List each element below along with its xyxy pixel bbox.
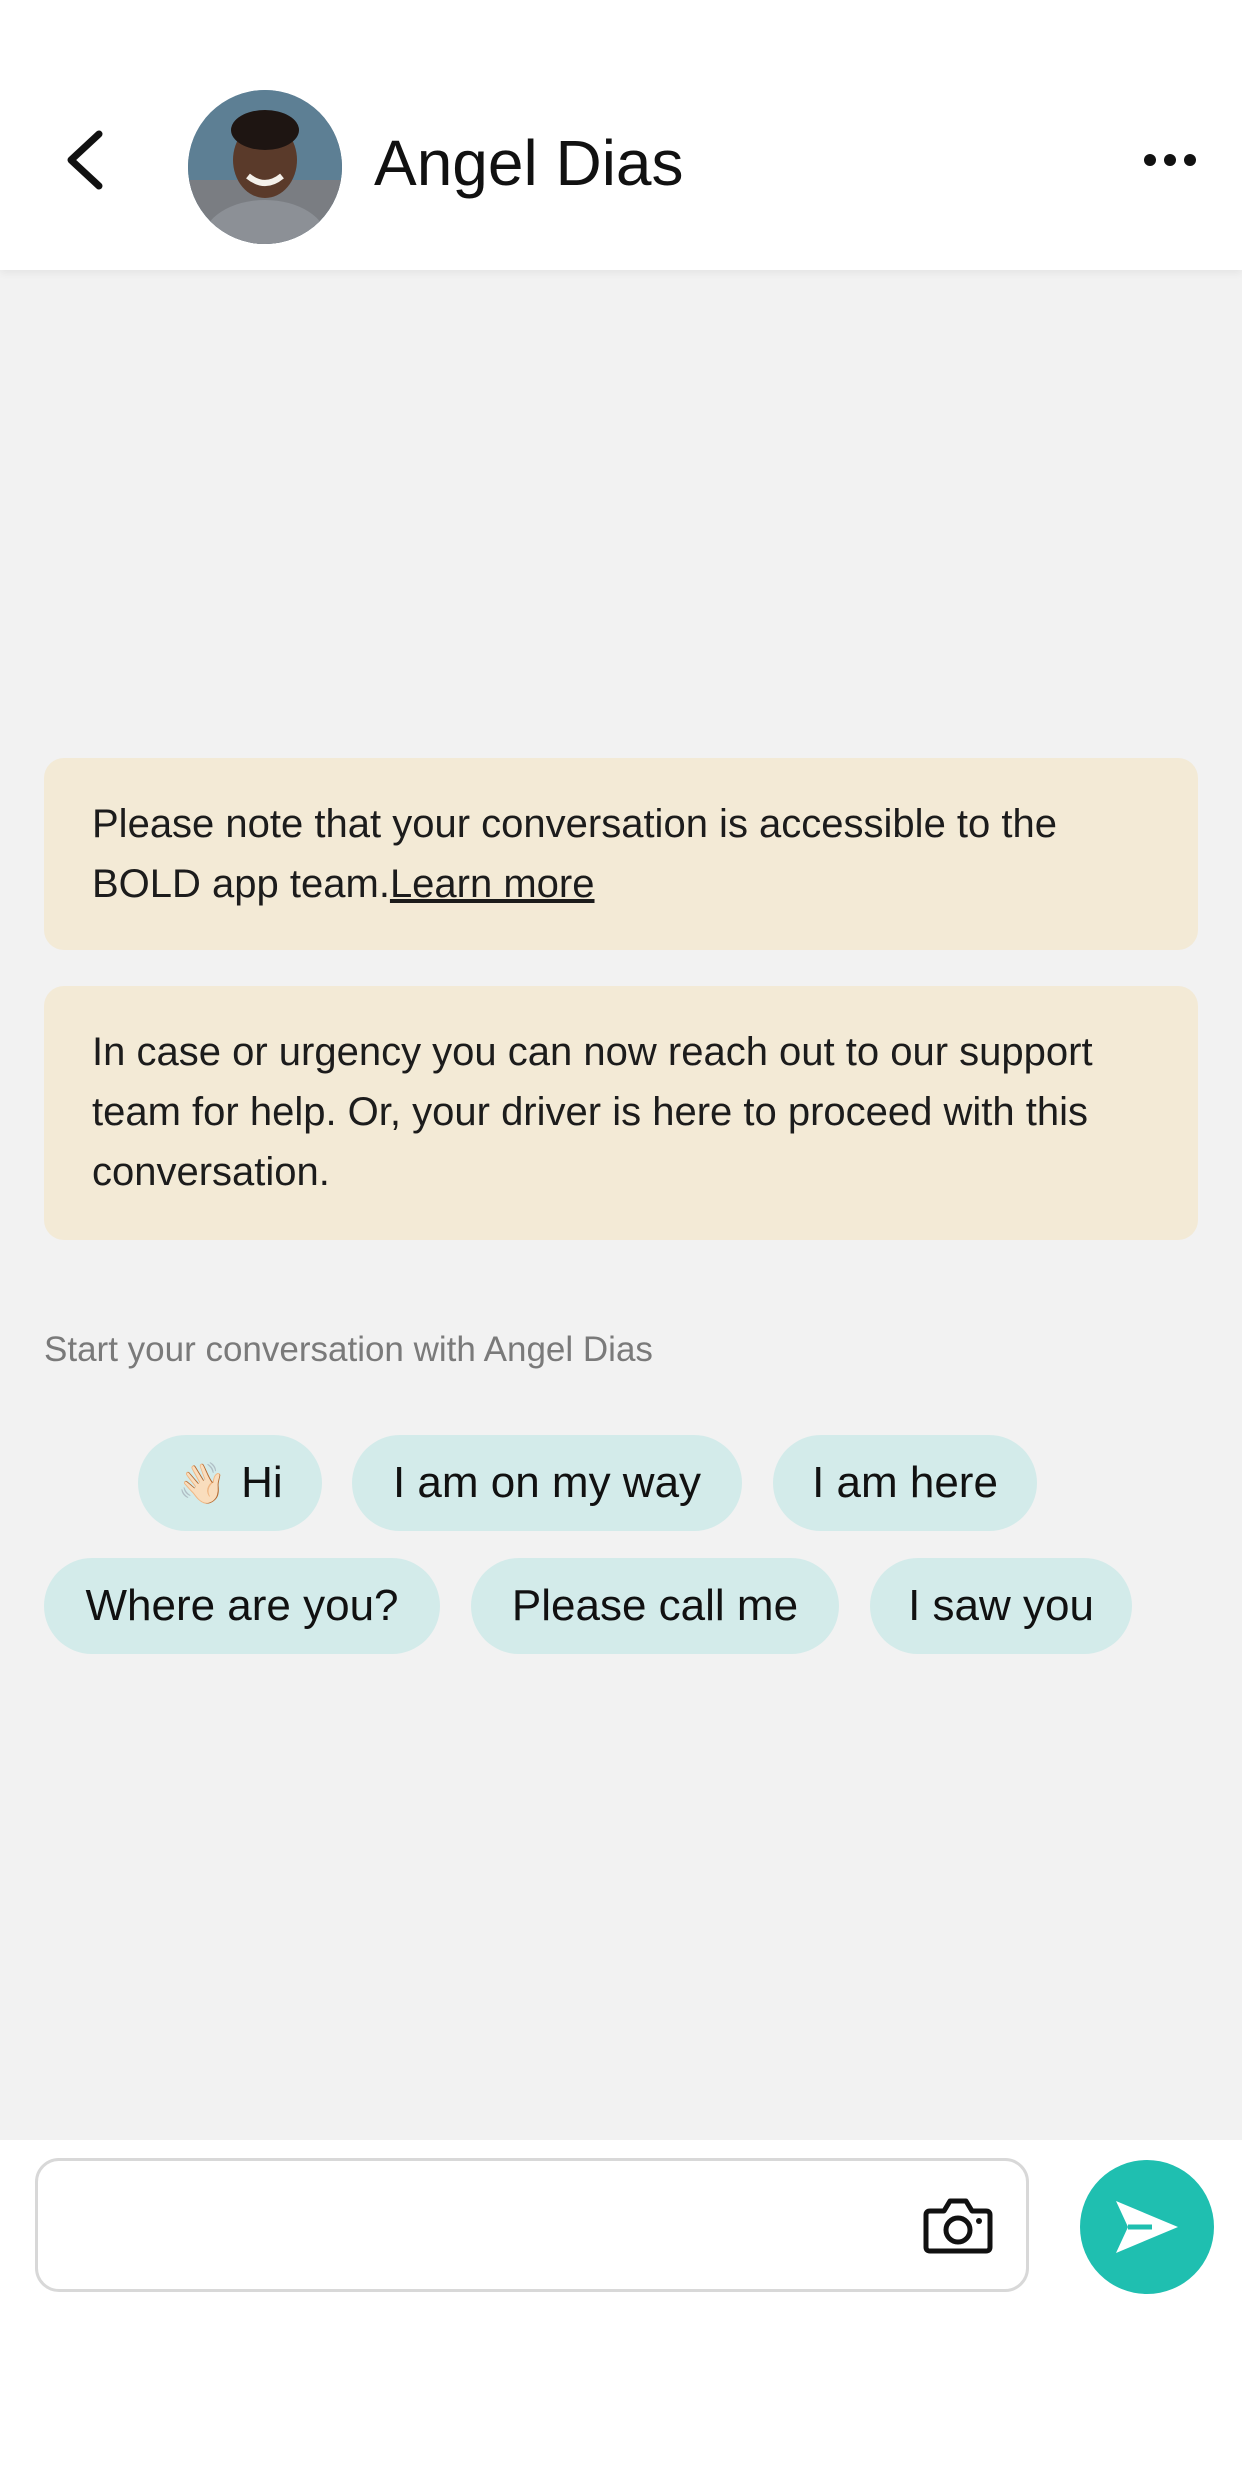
quick-reply-hi[interactable]: 👋🏻 Hi (138, 1435, 322, 1531)
chat-header: Angel Dias (0, 0, 1242, 270)
quick-reply-label: Where are you? (85, 1581, 399, 1630)
contact-name: Angel Dias (374, 127, 684, 199)
chat-screen: Angel Dias Please note that your convers… (0, 0, 1242, 2484)
message-input-box[interactable] (35, 2158, 1029, 2292)
more-options-button[interactable] (1130, 130, 1210, 190)
support-notice-text: In case or urgency you can now reach out… (92, 1030, 1093, 1194)
camera-icon (923, 2198, 993, 2254)
waving-hand-icon: 👋🏻 (177, 1462, 228, 1506)
quick-reply-label: I saw you (908, 1581, 1094, 1630)
quick-reply-i-saw-you[interactable]: I saw you (870, 1558, 1132, 1654)
learn-more-link[interactable]: Learn more (390, 862, 595, 906)
privacy-notice: Please note that your conversation is ac… (44, 758, 1198, 950)
message-composer (0, 2140, 1242, 2484)
quick-reply-i-am-here[interactable]: I am here (773, 1435, 1037, 1531)
start-conversation-label: Start your conversation with Angel Dias (44, 1330, 653, 1369)
quick-reply-on-my-way[interactable]: I am on my way (352, 1435, 742, 1531)
quick-reply-label: Please call me (511, 1581, 799, 1630)
avatar-image (188, 90, 342, 244)
more-horizontal-icon (1144, 154, 1196, 166)
contact-avatar[interactable] (188, 90, 342, 244)
camera-button[interactable] (918, 2189, 998, 2261)
send-button[interactable] (1080, 2160, 1214, 2294)
send-icon (1116, 2201, 1178, 2253)
back-button[interactable] (50, 120, 120, 200)
quick-reply-label: Hi (241, 1458, 283, 1507)
chevron-left-icon (67, 130, 103, 190)
support-notice: In case or urgency you can now reach out… (44, 986, 1198, 1240)
quick-reply-label: I am here (812, 1458, 998, 1507)
conversation-area[interactable]: Please note that your conversation is ac… (0, 270, 1242, 2140)
quick-reply-label: I am on my way (392, 1458, 702, 1507)
quick-reply-where-are-you[interactable]: Where are you? (44, 1558, 440, 1654)
quick-reply-please-call-me[interactable]: Please call me (471, 1558, 839, 1654)
message-input[interactable] (62, 2161, 902, 2289)
